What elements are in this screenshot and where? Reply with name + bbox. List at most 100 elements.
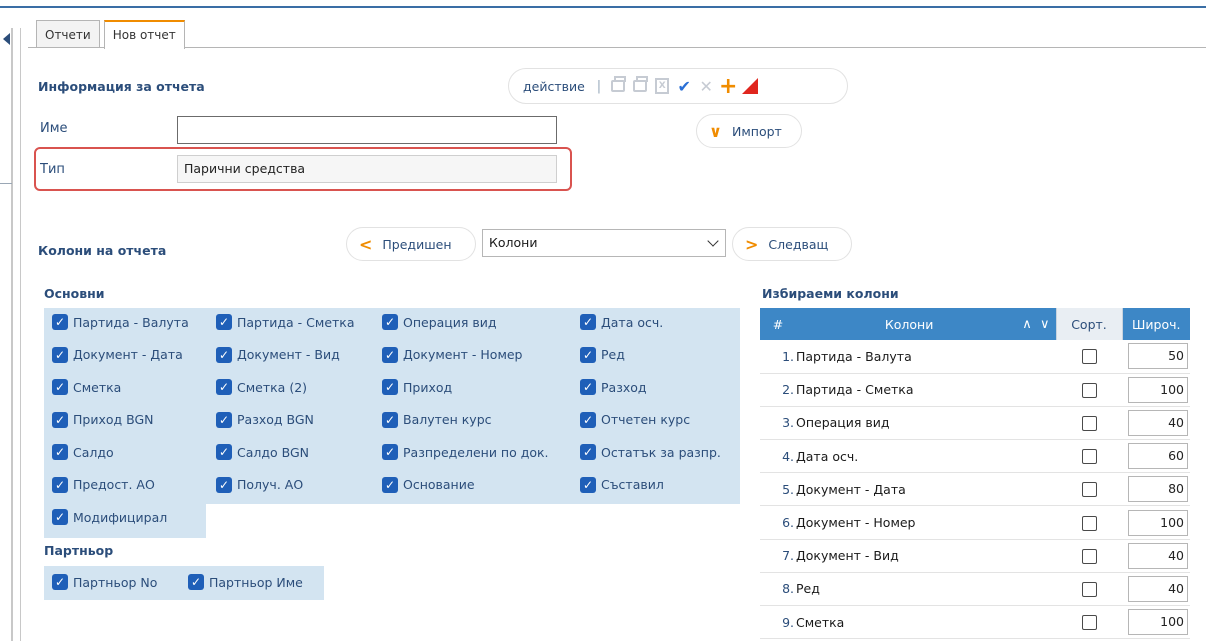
type-field[interactable]: Парични средства	[177, 155, 557, 183]
column-checkbox[interactable]: ✓ Отчетен курс	[580, 411, 690, 428]
checkbox-checked-icon[interactable]: ✓	[52, 444, 68, 460]
sort-checkbox[interactable]	[1081, 382, 1097, 398]
column-checkbox[interactable]: ✓ Документ - Дата	[52, 346, 183, 363]
width-input[interactable]: 60	[1128, 443, 1188, 470]
width-input[interactable]: 100	[1128, 609, 1188, 636]
partner-checkbox[interactable]: ✓ Партньор Име	[188, 574, 303, 590]
column-checkbox[interactable]: ✓ Разход	[580, 379, 647, 395]
checkbox-checked-icon[interactable]: ✓	[52, 509, 68, 525]
table-row[interactable]: 1. Партида - Валута 50	[760, 340, 1190, 374]
confirm-icon[interactable]: ✔	[675, 77, 693, 96]
checkbox-checked-icon[interactable]: ✓	[52, 476, 68, 493]
table-row[interactable]: 3. Операция вид 40	[760, 406, 1190, 441]
sort-checkbox[interactable]	[1081, 349, 1097, 365]
checkbox-checked-icon[interactable]: ✓	[382, 314, 398, 330]
checkbox-checked-icon[interactable]: ✓	[52, 411, 68, 428]
partner-checkbox[interactable]: ✓ Партньор No	[52, 574, 157, 590]
column-checkbox[interactable]: ✓ Партида - Сметка	[216, 314, 355, 330]
width-input[interactable]: 100	[1128, 509, 1188, 536]
column-checkbox[interactable]: ✓ Приход	[382, 379, 452, 395]
checkbox-checked-icon[interactable]: ✓	[580, 476, 596, 493]
checkbox-checked-icon[interactable]: ✓	[580, 314, 596, 330]
import-button[interactable]: ∨ Импорт	[696, 114, 802, 148]
action-menu-label[interactable]: действие	[523, 79, 585, 94]
checkbox-checked-icon[interactable]: ✓	[382, 476, 398, 493]
next-button[interactable]: > Следващ	[732, 227, 852, 261]
column-checkbox[interactable]: ✓ Остатък за разпр.	[580, 444, 721, 460]
tab-new-report[interactable]: Нов отчет	[103, 20, 185, 49]
checkbox-checked-icon[interactable]: ✓	[52, 346, 68, 363]
column-checkbox[interactable]: ✓ Партида - Валута	[52, 314, 189, 330]
print-icon[interactable]	[609, 76, 627, 95]
width-input[interactable]: 40	[1128, 575, 1188, 602]
collapse-arrow-icon[interactable]	[3, 33, 10, 45]
checkbox-checked-icon[interactable]: ✓	[382, 379, 398, 395]
checkbox-checked-icon[interactable]: ✓	[216, 314, 232, 330]
checkbox-checked-icon[interactable]: ✓	[382, 411, 398, 428]
table-row[interactable]: 2. Партида - Сметка 100	[760, 373, 1190, 407]
column-checkbox[interactable]: ✓ Основание	[382, 476, 475, 493]
column-checkbox[interactable]: ✓ Документ - Номер	[382, 346, 523, 363]
excel-icon[interactable]: X	[653, 77, 671, 95]
checkbox-checked-icon[interactable]: ✓	[188, 574, 204, 590]
checkbox-checked-icon[interactable]: ✓	[580, 346, 596, 363]
sort-checkbox[interactable]	[1081, 548, 1097, 564]
sort-checkbox[interactable]	[1081, 482, 1097, 498]
checkbox-checked-icon[interactable]: ✓	[382, 444, 398, 460]
sort-checkbox[interactable]	[1081, 581, 1097, 597]
sort-checkbox[interactable]	[1081, 415, 1097, 431]
print-all-icon[interactable]	[631, 76, 649, 95]
tab-reports[interactable]: Отчети	[36, 20, 100, 48]
move-up-icon[interactable]: ∧	[1022, 317, 1032, 332]
checkbox-checked-icon[interactable]: ✓	[52, 574, 68, 590]
corner-flag-icon[interactable]	[741, 77, 759, 95]
column-checkbox[interactable]: ✓ Предост. АО	[52, 476, 155, 493]
checkbox-checked-icon[interactable]: ✓	[216, 444, 232, 460]
column-checkbox[interactable]: ✓ Разход BGN	[216, 411, 314, 428]
column-checkbox[interactable]: ✓ Ред	[580, 346, 625, 363]
width-input[interactable]: 50	[1128, 343, 1188, 370]
column-checkbox[interactable]: ✓ Разпределени по док.	[382, 444, 549, 460]
width-input[interactable]: 100	[1128, 376, 1188, 403]
column-checkbox[interactable]: ✓ Съставил	[580, 476, 664, 493]
checkbox-checked-icon[interactable]: ✓	[580, 444, 596, 460]
width-input[interactable]: 80	[1128, 476, 1188, 503]
checkbox-checked-icon[interactable]: ✓	[216, 379, 232, 395]
column-checkbox[interactable]: ✓ Получ. АО	[216, 476, 303, 493]
column-checkbox[interactable]: ✓ Салдо BGN	[216, 444, 309, 460]
column-checkbox[interactable]: ✓ Салдо	[52, 444, 114, 460]
checkbox-checked-icon[interactable]: ✓	[382, 346, 398, 363]
column-checkbox[interactable]: ✓ Дата осч.	[580, 314, 663, 330]
table-row[interactable]: 7. Документ - Вид 40	[760, 539, 1190, 573]
column-checkbox[interactable]: ✓ Операция вид	[382, 314, 497, 330]
column-checkbox[interactable]: ✓ Приход BGN	[52, 411, 154, 428]
width-input[interactable]: 40	[1128, 542, 1188, 569]
sort-checkbox[interactable]	[1081, 515, 1097, 531]
checkbox-checked-icon[interactable]: ✓	[216, 411, 232, 428]
sort-checkbox[interactable]	[1081, 449, 1097, 465]
checkbox-checked-icon[interactable]: ✓	[216, 476, 232, 493]
add-icon[interactable]: +	[719, 74, 737, 99]
column-checkbox[interactable]: ✓ Модифицирал	[52, 509, 167, 525]
name-input[interactable]	[177, 116, 557, 144]
checkbox-checked-icon[interactable]: ✓	[580, 379, 596, 395]
table-row[interactable]: 4. Дата осч. 60	[760, 439, 1190, 474]
width-input[interactable]: 40	[1128, 409, 1188, 436]
column-checkbox[interactable]: ✓ Документ - Вид	[216, 346, 340, 363]
checkbox-checked-icon[interactable]: ✓	[580, 411, 596, 428]
column-checkbox[interactable]: ✓ Сметка	[52, 379, 121, 395]
cancel-icon[interactable]: ✕	[697, 77, 715, 96]
checkbox-checked-icon[interactable]: ✓	[52, 379, 68, 395]
columns-select[interactable]: Колони	[482, 229, 726, 257]
table-row[interactable]: 9. Сметка 100	[760, 605, 1190, 640]
previous-button[interactable]: < Предишен	[346, 227, 476, 261]
column-checkbox[interactable]: ✓ Сметка (2)	[216, 379, 307, 395]
table-row[interactable]: 6. Документ - Номер 100	[760, 505, 1190, 540]
checkbox-checked-icon[interactable]: ✓	[216, 346, 232, 363]
table-row[interactable]: 8. Ред 40	[760, 572, 1190, 607]
move-down-icon[interactable]: ∨	[1040, 317, 1050, 332]
table-row[interactable]: 5. Документ - Дата 80	[760, 472, 1190, 507]
checkbox-checked-icon[interactable]: ✓	[52, 314, 68, 330]
sort-checkbox[interactable]	[1081, 615, 1097, 631]
column-checkbox[interactable]: ✓ Валутен курс	[382, 411, 492, 428]
